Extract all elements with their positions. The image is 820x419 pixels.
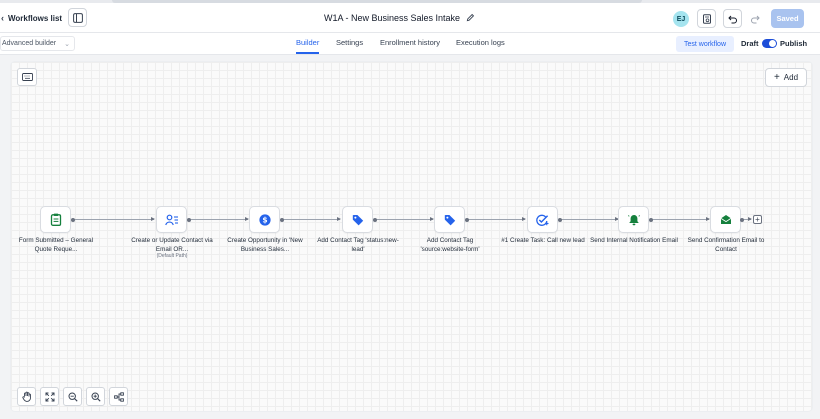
workflow-title: W1A - New Business Sales Intake [323, 13, 461, 23]
redo-button[interactable] [745, 9, 764, 28]
connector [649, 217, 710, 222]
task-check-icon [536, 214, 549, 226]
plus-icon: + [773, 71, 780, 83]
zoom-out-icon [67, 391, 78, 402]
pan-tool-button[interactable] [17, 387, 36, 406]
workflows-list-link[interactable]: ‹ Workflows list [0, 9, 62, 27]
document-history-icon [702, 13, 711, 24]
draft-label: Draft [741, 39, 759, 48]
tab-settings[interactable]: Settings [336, 38, 363, 47]
envelope-icon [720, 215, 731, 224]
expand-icon [45, 392, 54, 401]
connector [280, 217, 341, 222]
tab-enrollment-history[interactable]: Enrollment history [380, 38, 440, 47]
fit-view-button[interactable] [40, 387, 59, 406]
chevron-left-icon: ‹ [1, 13, 4, 23]
tab-execution-logs[interactable]: Execution logs [456, 38, 505, 47]
version-history-button[interactable] [697, 9, 716, 28]
canvas-tools [17, 387, 128, 406]
publish-label: Publish [780, 39, 808, 48]
test-workflow-button[interactable]: Test workflow [676, 36, 734, 52]
pencil-icon[interactable] [466, 13, 476, 23]
node-label: Send Internal Notification Email [590, 237, 678, 244]
sidebar-panel-icon [72, 12, 83, 23]
tag-icon [444, 214, 455, 225]
connector [740, 217, 752, 222]
keyboard-shortcuts-button[interactable] [17, 68, 37, 86]
workflow-title-area: W1A - New Business Sales Intake [290, 10, 510, 26]
bell-icon [627, 214, 640, 225]
connector [465, 217, 526, 222]
undo-button[interactable] [723, 9, 742, 28]
add-step-button[interactable]: + [753, 215, 762, 224]
node-confirmation-email[interactable] [710, 206, 741, 233]
zoom-in-button[interactable] [86, 387, 105, 406]
connector [558, 217, 619, 222]
tab-builder[interactable]: Builder [296, 38, 319, 47]
node-create-update-contact[interactable] [156, 206, 187, 233]
auto-layout-button[interactable] [109, 387, 128, 406]
tree-layout-icon [113, 391, 124, 402]
publish-toggle[interactable] [762, 39, 777, 48]
redo-icon [750, 15, 760, 23]
zoom-in-icon [90, 391, 101, 402]
node-create-task[interactable] [527, 206, 558, 233]
sub-toolbar: Advanced builder ⌄ Builder Settings Enro… [0, 33, 820, 55]
zoom-out-button[interactable] [63, 387, 82, 406]
node-label: Create or Update Contact via Email OR... [131, 237, 213, 253]
form-clipboard-icon [50, 213, 61, 226]
default-path-label: (Default Path) [156, 253, 188, 259]
active-tab-indicator [296, 52, 319, 54]
workflows-list-label: Workflows list [8, 13, 63, 23]
node-label: Form Submitted – General Quote Reque... [18, 237, 94, 253]
dollar-icon: $ [258, 213, 271, 226]
connector [373, 217, 434, 222]
node-create-opportunity[interactable]: $ [249, 206, 280, 233]
svg-text:$: $ [262, 215, 267, 224]
node-label: Send Confirmation Email to Contact [687, 237, 765, 253]
node-add-tag-status[interactable] [342, 206, 373, 233]
toggle-sidebar-button[interactable] [68, 8, 87, 27]
undo-icon [727, 15, 737, 23]
saved-button[interactable]: Saved [771, 9, 804, 28]
avatar[interactable]: EJ [673, 11, 689, 27]
node-label: Create Opportunity in 'New Business Sale… [227, 237, 303, 253]
node-internal-notification[interactable] [618, 206, 649, 233]
top-bar: ‹ Workflows list W1A - New Business Sale… [0, 3, 820, 33]
node-form-submitted[interactable] [40, 206, 71, 233]
node-label: #1 Create Task: Call new lead [501, 237, 585, 244]
node-add-tag-source[interactable] [434, 206, 465, 233]
add-button[interactable]: + Add [765, 68, 807, 87]
add-label: Add [783, 73, 799, 82]
connector [187, 217, 249, 222]
hand-icon [21, 391, 31, 402]
tag-icon [352, 214, 363, 225]
contact-update-icon [164, 214, 178, 225]
connector [71, 217, 155, 222]
node-label: Add Contact Tag 'source:website-form' [420, 237, 480, 253]
keyboard-icon [21, 73, 33, 81]
node-label: Add Contact Tag 'status:new-lead' [317, 237, 399, 253]
